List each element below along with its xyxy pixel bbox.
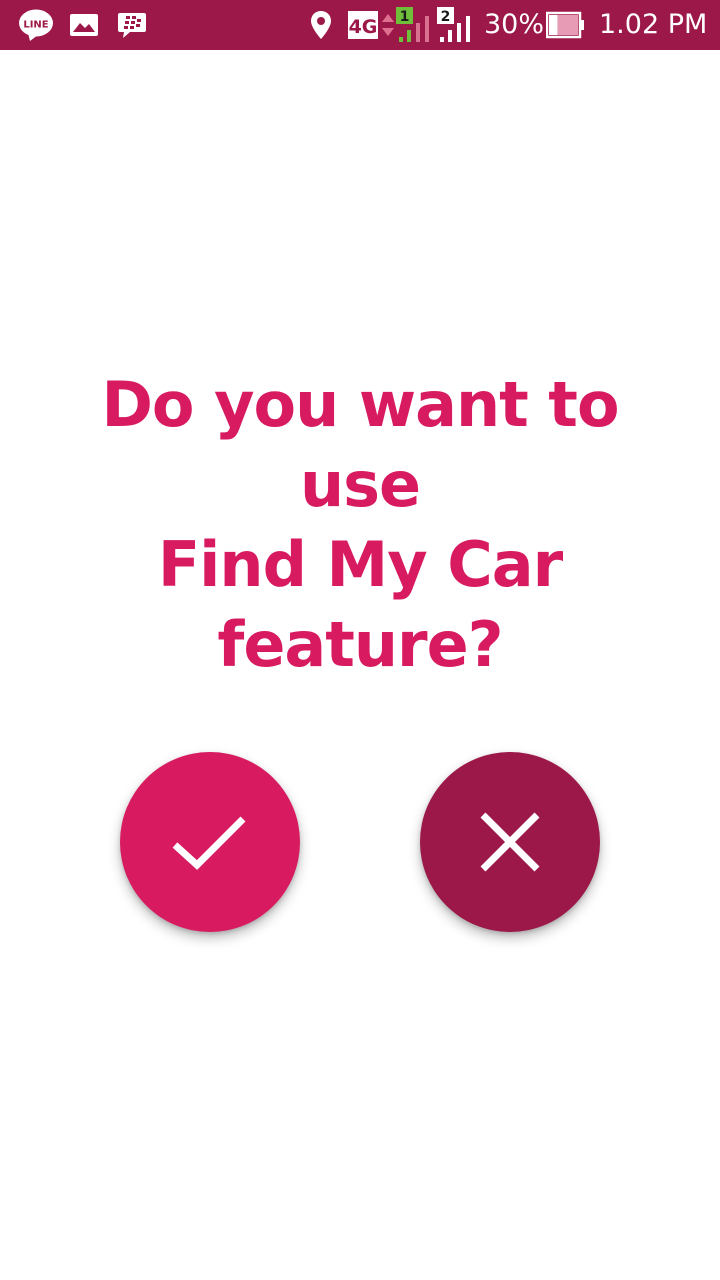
main-content: Do you want to use Find My Car feature?: [0, 50, 720, 1280]
cancel-button[interactable]: [420, 752, 600, 932]
gallery-image-icon: [68, 0, 100, 50]
sim2-label: 2: [441, 9, 451, 25]
status-bar: LINE 4G 1 2 30% 1.02 PM: [0, 0, 720, 50]
check-icon: [172, 816, 246, 870]
location-icon: [308, 0, 334, 50]
question-line: Do you want to use: [101, 368, 619, 521]
question-line: feature?: [217, 608, 503, 681]
line-app-icon: LINE: [18, 0, 54, 50]
status-time: 1.02 PM: [599, 9, 708, 40]
confirm-button[interactable]: [120, 752, 300, 932]
sim1-label: 1: [400, 9, 410, 25]
find-my-car-question: Do you want to use Find My Car feature?: [40, 365, 680, 685]
battery-fill: [549, 15, 558, 35]
sim1-signal-icon: 1: [396, 0, 434, 50]
close-icon: [480, 812, 540, 872]
sim2-signal-icon: 2: [437, 0, 475, 50]
question-line: Find My Car: [157, 528, 563, 601]
line-icon-label: LINE: [23, 20, 48, 31]
network-4g-icon: 4G: [348, 0, 396, 50]
network-label: 4G: [349, 16, 378, 38]
battery-icon: [546, 0, 586, 50]
bbm-icon: [117, 0, 147, 50]
battery-percent: 30%: [484, 9, 545, 40]
